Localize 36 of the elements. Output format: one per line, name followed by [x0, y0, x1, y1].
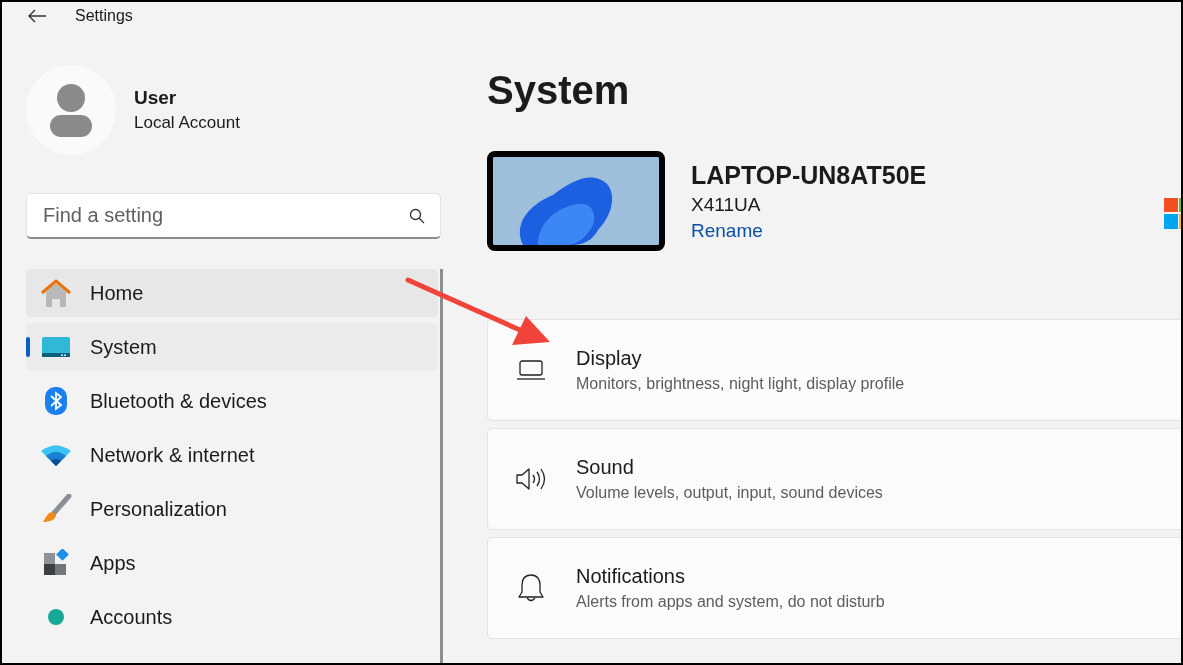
window-title: Settings: [75, 7, 133, 25]
search-field[interactable]: Find a setting: [26, 193, 441, 239]
page-heading: System: [487, 68, 631, 113]
house-icon: [40, 278, 72, 308]
nav-item[interactable]: Bluetooth & devices: [26, 377, 438, 425]
speaker-icon: [515, 466, 547, 492]
settings-card[interactable]: Sound Volume levels, output, input, sound devices: [487, 428, 1181, 530]
nav-item[interactable]: System: [26, 323, 438, 371]
card-title: Notifications: [576, 565, 686, 588]
device-model: X411UA: [691, 193, 762, 216]
paintbrush-icon: [40, 494, 72, 524]
user-name: User: [134, 87, 178, 109]
settings-card[interactable]: Display Monitors, brightness, night light, display profile: [487, 319, 1181, 421]
selection-indicator: [26, 337, 30, 357]
nav-item[interactable]: Accounts: [26, 593, 438, 641]
bell-icon: [517, 573, 545, 603]
back-arrow-icon[interactable]: [27, 9, 47, 23]
card-description: Volume levels, output, input, sound devices: [576, 484, 883, 502]
nav-item[interactable]: Apps: [26, 539, 438, 587]
account-type: Local Account: [134, 113, 240, 133]
avatar-icon: [26, 65, 116, 155]
nav-item[interactable]: Network & internet: [26, 431, 438, 479]
card-title: Sound: [576, 456, 635, 479]
settings-card[interactable]: Notifications Alerts from apps and system, do not disturb: [487, 537, 1181, 639]
search-icon[interactable]: [409, 208, 425, 224]
rename-link[interactable]: Rename: [691, 219, 927, 242]
wifi-icon: [40, 444, 72, 466]
laptop-icon: [516, 360, 546, 380]
windows-logo-icon: [1164, 198, 1181, 229]
nav-item[interactable]: Home: [26, 269, 438, 317]
device-name: LAPTOP-UN8AT50E: [691, 160, 927, 190]
card-description: Alerts from apps and system, do not disturb: [576, 593, 885, 611]
nav-item[interactable]: Personalization: [26, 485, 438, 533]
monitor-icon: [40, 336, 72, 358]
card-description: Monitors, brightness, night light, display profile: [576, 375, 905, 393]
card-title: Display: [576, 347, 643, 370]
